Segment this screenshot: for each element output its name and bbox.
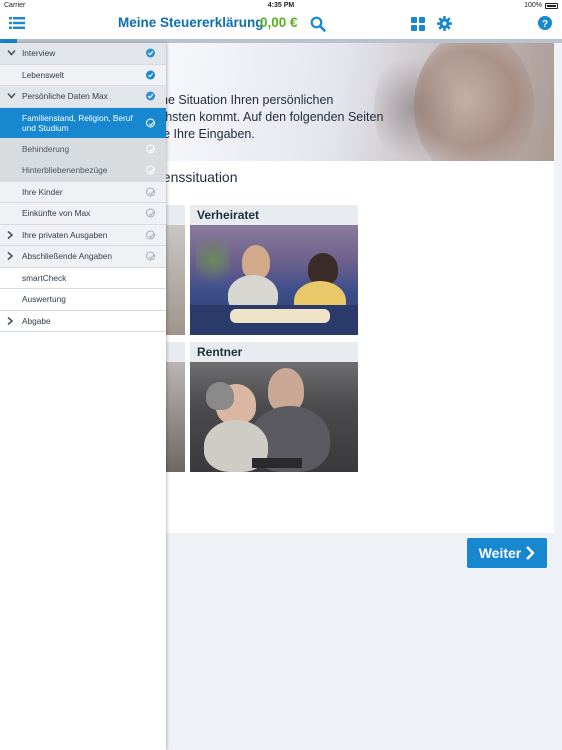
sidebar-item-lebenswelt[interactable]: Lebenswelt	[0, 64, 166, 86]
photo-person	[206, 382, 234, 410]
photo-legs	[230, 309, 330, 323]
card-hidden-image[interactable]	[165, 225, 185, 335]
chevron-down-icon	[7, 93, 16, 99]
card-hidden-title	[165, 205, 185, 225]
section-heading: benssituation	[155, 169, 238, 185]
sidebar-item-label: Interview	[22, 48, 56, 59]
sidebar-item-label-line: und Studium	[22, 122, 69, 133]
sidebar-item-label: Behinderung	[22, 143, 70, 154]
svg-text:?: ?	[542, 19, 548, 30]
sidebar-item-personal-data[interactable]: Persönliche Daten Max	[0, 86, 166, 108]
sidebar-item-interview[interactable]: Interview	[0, 43, 166, 65]
sidebar-item-income[interactable]: Einkünfte von Max	[0, 203, 166, 225]
sidebar-item-submission[interactable]: Abgabe	[0, 310, 166, 332]
navigation-bar: Meine Steuererklärung 0,00 € ?	[0, 12, 562, 39]
battery-percent: 100%	[524, 2, 542, 9]
chevron-down-icon	[7, 50, 16, 56]
checkmark-icon	[146, 48, 155, 58]
card-married[interactable]: Verheiratet	[190, 205, 358, 335]
sidebar-item-label: Ihre Kinder	[22, 186, 63, 197]
photo-plant	[196, 229, 230, 289]
app-title: Meine Steuererklärung	[118, 15, 264, 30]
checkmark-icon	[146, 118, 155, 127]
sidebar-item-label-line: Familienstand, Religion, Beruf	[22, 112, 133, 123]
card-hidden-image[interactable]	[165, 362, 185, 472]
sidebar-item-smartcheck[interactable]: smartCheck	[0, 267, 166, 289]
photo-tablet	[252, 458, 302, 468]
retired-couple-photo[interactable]	[190, 362, 358, 472]
sidebar-navigation: Interview Lebenswelt Persönliche Daten M…	[0, 43, 166, 750]
sidebar-item-label: smartCheck	[22, 272, 67, 283]
sidebar-item-private-expenses[interactable]: Ihre privaten Ausgaben	[0, 224, 166, 246]
battery-icon	[545, 2, 558, 9]
card-title: Rentner	[190, 342, 358, 362]
sidebar-item-children[interactable]: Ihre Kinder	[0, 181, 166, 203]
help-icon[interactable]: ?	[538, 16, 552, 35]
checkmark-icon	[146, 144, 155, 154]
photo-person	[242, 245, 270, 279]
sidebar-item-survivor-benefits[interactable]: Hinterbliebenenbezüge	[0, 160, 166, 182]
status-bar: Carrier 4:35 PM 100%	[0, 0, 562, 12]
checkmark-icon	[146, 208, 155, 218]
sidebar-item-label: Familienstand, Religion, Beruf und Studi…	[22, 113, 133, 133]
chevron-right-icon	[7, 230, 14, 239]
hero-photo-person	[414, 43, 534, 161]
intro-line: Sie Ihre Eingaben.	[152, 127, 255, 141]
sidebar-item-evaluation[interactable]: Auswertung	[0, 289, 166, 311]
chevron-right-icon	[7, 252, 14, 261]
sidebar-item-label: Ihre privaten Ausgaben	[22, 229, 108, 240]
checkmark-icon	[146, 187, 155, 197]
checkmark-icon	[146, 230, 155, 240]
checkmark-icon	[146, 70, 155, 80]
card-title: Verheiratet	[190, 205, 358, 225]
dashboard-grid-icon[interactable]	[411, 17, 425, 36]
sidebar-item-label: Auswertung	[22, 294, 66, 305]
sidebar-item-disability[interactable]: Behinderung	[0, 138, 166, 160]
sidebar-item-label: Einkünfte von Max	[22, 208, 91, 219]
chevron-right-icon	[526, 546, 535, 560]
checkmark-icon	[146, 165, 155, 175]
card-retired[interactable]: Rentner	[190, 342, 358, 472]
refund-amount: 0,00 €	[260, 15, 298, 30]
next-button[interactable]: Weiter	[467, 538, 547, 568]
chevron-right-icon	[7, 316, 14, 325]
battery-indicator: 100%	[524, 2, 558, 9]
sidebar-item-final-details[interactable]: Abschließende Angaben	[0, 246, 166, 268]
clock: 4:35 PM	[267, 2, 295, 9]
list-menu-icon[interactable]	[9, 16, 27, 32]
sidebar-item-label: Abgabe	[22, 315, 51, 326]
intro-text: lche Situation Ihren persönlichen ächste…	[152, 92, 383, 143]
sidebar-item-family-status[interactable]: Familienstand, Religion, Beruf und Studi…	[0, 107, 166, 139]
intro-line: lche Situation Ihren persönlichen	[152, 93, 334, 107]
card-hidden-title	[165, 342, 185, 362]
search-icon[interactable]	[310, 16, 326, 37]
next-button-label: Weiter	[478, 545, 522, 561]
checkmark-icon	[146, 91, 155, 101]
sidebar-item-label: Abschließende Angaben	[22, 251, 112, 262]
married-couple-photo[interactable]	[190, 225, 358, 335]
gear-icon[interactable]	[437, 16, 452, 36]
checkmark-icon	[146, 251, 155, 261]
intro-line: ächsten kommt. Auf den folgenden Seiten	[152, 110, 384, 124]
sidebar-item-label: Hinterbliebenenbezüge	[22, 165, 108, 176]
sidebar-item-label: Lebenswelt	[22, 69, 64, 80]
sidebar-item-label: Persönliche Daten Max	[22, 91, 108, 102]
